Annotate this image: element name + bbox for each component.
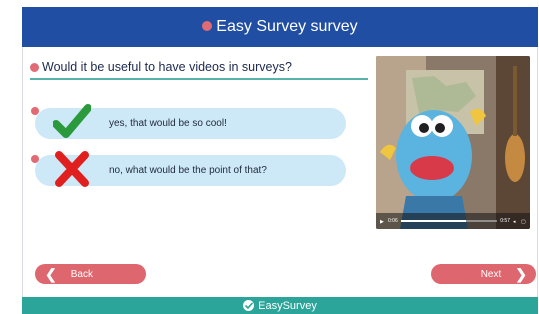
question-text: Would it be useful to have videos in sur… bbox=[42, 60, 292, 74]
video-player[interactable]: ▶ 0:06 0:57 ◂ ▢ bbox=[376, 56, 530, 229]
video-progress-bar[interactable] bbox=[400, 220, 498, 222]
video-progress-fill bbox=[400, 220, 467, 222]
fullscreen-icon[interactable]: ▢ bbox=[521, 219, 526, 225]
answer-option-yes[interactable]: yes, that would be so cool! bbox=[35, 104, 346, 139]
check-circle-icon bbox=[243, 300, 255, 311]
footer-bar: EasySurvey bbox=[22, 297, 538, 314]
speaker-icon[interactable] bbox=[202, 21, 213, 31]
answer-label: no, what would be the point of that? bbox=[109, 165, 267, 176]
video-duration: 0:57 bbox=[500, 218, 510, 224]
play-icon[interactable]: ▶ bbox=[380, 219, 385, 225]
chevron-left-icon: ❮ bbox=[45, 265, 57, 282]
answer-label: yes, that would be so cool! bbox=[109, 118, 227, 129]
next-label: Next bbox=[480, 268, 502, 280]
video-current-time: 0:06 bbox=[388, 218, 398, 224]
answer-option-no[interactable]: no, what would be the point of that? bbox=[35, 151, 346, 187]
header-bar: Easy Survey survey bbox=[22, 7, 538, 47]
page-title: Easy Survey survey bbox=[216, 18, 358, 35]
next-button[interactable]: Next ❯ bbox=[431, 264, 536, 284]
speaker-icon[interactable] bbox=[30, 62, 39, 72]
video-controls: ▶ 0:06 0:57 ◂ ▢ bbox=[376, 213, 530, 229]
check-icon bbox=[53, 104, 91, 138]
question-divider bbox=[30, 78, 368, 80]
cross-icon bbox=[55, 151, 89, 187]
chevron-right-icon: ❯ bbox=[515, 265, 527, 282]
back-label: Back bbox=[70, 268, 93, 280]
question-row: Would it be useful to have videos in sur… bbox=[30, 58, 292, 76]
volume-icon[interactable]: ◂ bbox=[513, 219, 518, 225]
video-frame-image bbox=[376, 56, 530, 229]
footer-brand: EasySurvey bbox=[258, 299, 317, 312]
back-button[interactable]: ❮ Back bbox=[35, 264, 146, 284]
